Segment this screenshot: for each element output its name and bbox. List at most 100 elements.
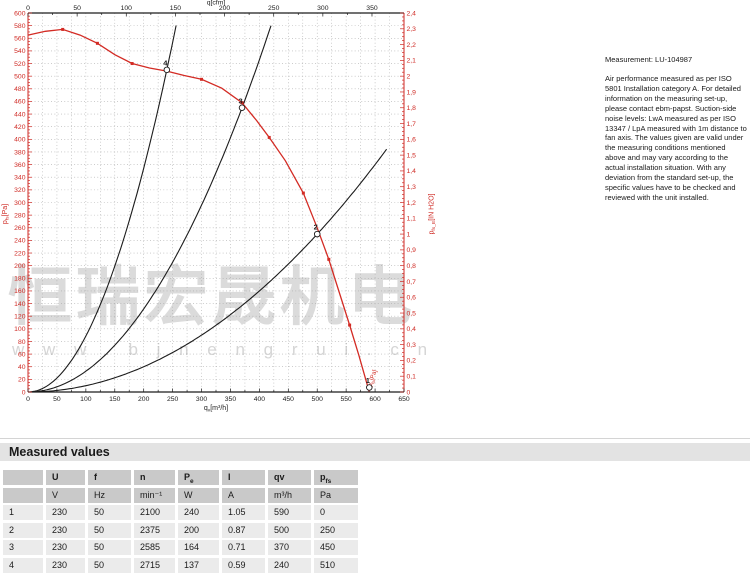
cell-value: 230: [46, 558, 85, 573]
svg-text:320: 320: [14, 187, 26, 194]
cell-value: 500: [268, 523, 311, 538]
svg-text:0,7: 0,7: [407, 279, 417, 286]
cell-value: 50: [88, 523, 131, 538]
svg-text:260: 260: [14, 225, 26, 232]
unit-corner: [3, 488, 43, 503]
column-unit: Pa: [314, 488, 358, 503]
svg-text:150: 150: [170, 5, 182, 12]
svg-text:pfs_E[IN H2O]: pfs_E[IN H2O]: [429, 193, 438, 234]
measured-values-table: UfnPeIqvpfsVHzmin⁻¹WAm³/hPa1230502100240…: [3, 470, 358, 573]
svg-text:60: 60: [18, 351, 26, 358]
svg-text:480: 480: [14, 86, 26, 93]
svg-text:300: 300: [317, 5, 329, 12]
column-unit: V: [46, 488, 85, 503]
svg-text:2,2: 2,2: [407, 42, 417, 49]
measurement-id: Measurement: LU-104987: [605, 55, 747, 64]
svg-text:440: 440: [14, 111, 26, 118]
svg-text:50: 50: [73, 5, 81, 12]
cell-value: 2715: [134, 558, 175, 573]
column-unit: A: [222, 488, 265, 503]
column-header: I: [222, 470, 265, 485]
column-unit: m³/h: [268, 488, 311, 503]
column-unit: min⁻¹: [134, 488, 175, 503]
cell-value: 137: [178, 558, 219, 573]
svg-text:20: 20: [18, 377, 26, 384]
svg-text:1,3: 1,3: [407, 184, 417, 191]
cell-value: 240: [178, 505, 219, 520]
cell-value: 590: [268, 505, 311, 520]
row-index: 1: [3, 505, 43, 520]
cell-value: 230: [46, 523, 85, 538]
cell-value: 0: [314, 505, 358, 520]
cell-value: 164: [178, 540, 219, 555]
svg-text:420: 420: [14, 124, 26, 131]
svg-text:560: 560: [14, 36, 26, 43]
svg-text:100: 100: [14, 326, 26, 333]
svg-text:300: 300: [196, 396, 208, 403]
svg-text:360: 360: [14, 162, 26, 169]
cell-value: 230: [46, 505, 85, 520]
fan-datasheet-page: 恒瑞宏晟机电 w w w . b j n e n g r u i . c n 0…: [0, 0, 750, 581]
svg-text:380: 380: [14, 149, 26, 156]
svg-text:0,5: 0,5: [407, 310, 417, 317]
svg-text:250: 250: [167, 396, 179, 403]
svg-text:240: 240: [14, 238, 26, 245]
column-header: pfs: [314, 470, 358, 485]
cell-value: 2100: [134, 505, 175, 520]
svg-text:1,5: 1,5: [407, 152, 417, 159]
svg-text:1,1: 1,1: [407, 216, 417, 223]
section-title-bar: Measured values: [0, 443, 750, 461]
svg-text:2,4: 2,4: [407, 10, 417, 17]
svg-text:220: 220: [14, 250, 26, 257]
row-index: 2: [3, 523, 43, 538]
svg-text:1: 1: [407, 231, 411, 238]
svg-text:40: 40: [18, 364, 26, 371]
svg-text:300: 300: [14, 200, 26, 207]
cell-value: 200: [178, 523, 219, 538]
cell-value: 50: [88, 505, 131, 520]
cell-value: 2585: [134, 540, 175, 555]
svg-text:500: 500: [312, 396, 324, 403]
svg-text:1,8: 1,8: [407, 105, 417, 112]
svg-text:460: 460: [14, 99, 26, 106]
svg-text:qv[m³/h]: qv[m³/h]: [204, 405, 228, 414]
svg-text:280: 280: [14, 212, 26, 219]
svg-text:0,8: 0,8: [407, 263, 417, 270]
svg-text:1,9: 1,9: [407, 89, 417, 96]
performance-chart: 0204060801001201401601802002202402602803…: [0, 0, 440, 415]
svg-text:350: 350: [366, 5, 378, 12]
measurement-note: Measurement: LU-104987 Air performance m…: [605, 55, 747, 203]
cell-value: 2375: [134, 523, 175, 538]
cell-value: 1.05: [222, 505, 265, 520]
svg-text:1,6: 1,6: [407, 137, 417, 144]
svg-text:0: 0: [26, 396, 30, 403]
svg-text:50: 50: [53, 396, 61, 403]
svg-text:0,4: 0,4: [407, 326, 417, 333]
svg-text:3: 3: [238, 96, 242, 105]
svg-text:0,9: 0,9: [407, 247, 417, 254]
svg-text:pfs[Pa]: pfs[Pa]: [2, 204, 11, 224]
svg-text:0: 0: [26, 5, 30, 12]
svg-text:0,3: 0,3: [407, 342, 417, 349]
svg-text:160: 160: [14, 288, 26, 295]
cell-value: 0.59: [222, 558, 265, 573]
svg-text:520: 520: [14, 61, 26, 68]
svg-text:0,6: 0,6: [407, 295, 417, 302]
cell-value: 0.71: [222, 540, 265, 555]
svg-text:550: 550: [340, 396, 352, 403]
column-header: n: [134, 470, 175, 485]
svg-text:100: 100: [121, 5, 133, 12]
svg-text:0,1: 0,1: [407, 374, 417, 381]
svg-text:2: 2: [407, 73, 411, 80]
svg-text:500: 500: [14, 73, 26, 80]
svg-text:600: 600: [369, 396, 381, 403]
svg-text:200: 200: [138, 396, 150, 403]
svg-text:0: 0: [22, 389, 26, 396]
svg-text:80: 80: [18, 339, 26, 346]
cell-value: 250: [314, 523, 358, 538]
svg-text:1,7: 1,7: [407, 121, 417, 128]
svg-text:1,4: 1,4: [407, 168, 417, 175]
row-index: 3: [3, 540, 43, 555]
svg-text:2: 2: [314, 223, 318, 232]
svg-text:580: 580: [14, 23, 26, 30]
